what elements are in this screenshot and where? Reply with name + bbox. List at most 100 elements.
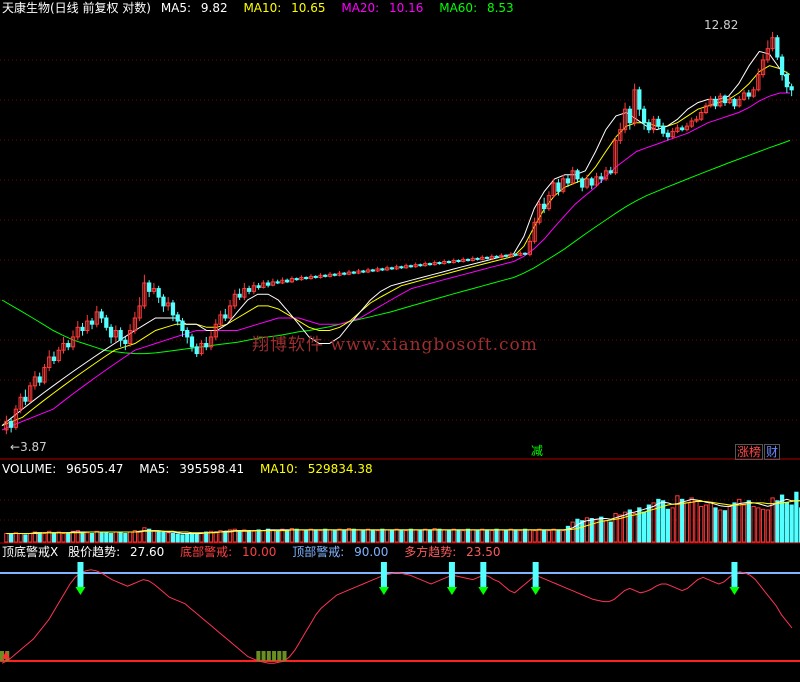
volume-bar — [703, 504, 709, 543]
ma5-label-text: MA5: — [160, 1, 192, 15]
sell-arrow-icon — [530, 587, 541, 595]
volume-bar — [51, 532, 57, 543]
candle-body — [475, 257, 480, 260]
volume-bar — [779, 494, 785, 543]
candle-body — [775, 37, 780, 58]
candle-body — [646, 122, 651, 131]
volume-bar — [556, 529, 561, 543]
candle-body — [484, 256, 490, 259]
top-signal-bar — [448, 562, 455, 587]
volume-bar — [194, 532, 199, 543]
finance-tag: 财 — [764, 444, 781, 460]
volume-bar — [9, 533, 14, 543]
candle-body — [104, 317, 109, 328]
volume-bar — [246, 530, 252, 543]
candle-body — [789, 86, 794, 91]
candle-body — [185, 330, 190, 338]
price-trend-line — [1, 569, 793, 664]
volume-bar — [665, 508, 671, 543]
volume-bar-group — [4, 491, 800, 543]
candle-body — [522, 252, 528, 255]
volume-bar — [494, 528, 499, 543]
volume-bar — [632, 513, 637, 543]
volume-bar — [108, 532, 114, 543]
volume-bar — [456, 529, 461, 543]
volume-bar — [789, 504, 794, 543]
volume-bar — [13, 532, 19, 543]
volume-bar — [365, 528, 371, 543]
candle-body — [304, 276, 309, 280]
candle-body — [170, 302, 176, 316]
volume-bar — [775, 500, 780, 543]
volume-bar — [532, 530, 537, 543]
candle-body — [175, 314, 180, 322]
volume-ma5-label: MA5: 395598.41 — [139, 462, 250, 476]
volume-bar — [161, 531, 166, 543]
volume-bar — [437, 528, 442, 543]
top-signal-bar — [77, 562, 84, 587]
top-alert-label-text: 顶部警戒: — [292, 545, 345, 559]
volume-bar — [275, 530, 280, 543]
volume-bar — [427, 529, 433, 543]
volume-bar — [189, 533, 195, 543]
bottom-signal-bar — [261, 651, 266, 661]
volume-bar — [432, 527, 437, 543]
volume-bar — [89, 532, 95, 543]
volume-bar — [480, 528, 485, 543]
candle-body — [660, 125, 666, 134]
volume-bar — [765, 509, 770, 543]
volume-bar — [508, 528, 513, 543]
ma20-line-group — [1, 92, 790, 431]
ma60-line — [1, 139, 791, 355]
volume-bar — [351, 528, 356, 543]
volume-bar — [699, 505, 704, 543]
volume-bar — [237, 530, 242, 543]
candle-body — [156, 288, 161, 298]
candle-body — [223, 314, 228, 319]
top-signal-bar — [532, 562, 539, 587]
volume-bar — [137, 530, 142, 543]
volume-bar — [66, 532, 71, 543]
volume-bar — [641, 511, 647, 543]
volume-bar — [151, 530, 157, 543]
low-price-label: ←3.87 — [10, 440, 47, 454]
volume-bar — [741, 504, 747, 543]
candle-body — [80, 326, 85, 332]
volume-bar — [142, 527, 147, 543]
volume-bar — [561, 530, 566, 543]
volume-bar — [489, 530, 494, 543]
volume-bar — [746, 500, 751, 543]
volume-bar — [418, 530, 423, 543]
volume-bar — [727, 505, 732, 543]
volume-ma5-value: 395598.41 — [179, 462, 245, 476]
candle-body — [194, 346, 199, 355]
volume-bar — [542, 529, 547, 543]
volume-bar — [732, 502, 737, 543]
candle-body — [494, 255, 499, 258]
ma20-line — [1, 92, 790, 431]
candle-body — [656, 118, 661, 127]
volume-bar — [713, 507, 718, 543]
sell-arrow-icon — [75, 587, 86, 595]
volume-bar — [675, 495, 680, 543]
volume-bar — [94, 530, 99, 543]
candle-body — [37, 376, 42, 383]
volume-bar — [670, 507, 675, 543]
volume-bar — [499, 529, 504, 543]
candle-body — [342, 272, 347, 275]
volume-bar — [170, 532, 176, 543]
volume-bar — [346, 527, 352, 543]
long-trend-label-text: 多方趋势: — [404, 545, 457, 559]
volume-bar — [684, 502, 690, 543]
ma5-value: 9.82 — [200, 1, 228, 15]
indicator-name: 顶底警戒X — [2, 545, 59, 559]
candle-body — [99, 311, 104, 319]
volume-bar — [575, 518, 580, 543]
volume-bar — [199, 532, 204, 543]
volume-bar — [342, 529, 347, 543]
volume-bar — [318, 530, 323, 543]
volume-bar — [751, 505, 756, 543]
candle-body — [285, 279, 290, 283]
candle-body — [575, 170, 580, 180]
volume-bar — [85, 532, 90, 543]
